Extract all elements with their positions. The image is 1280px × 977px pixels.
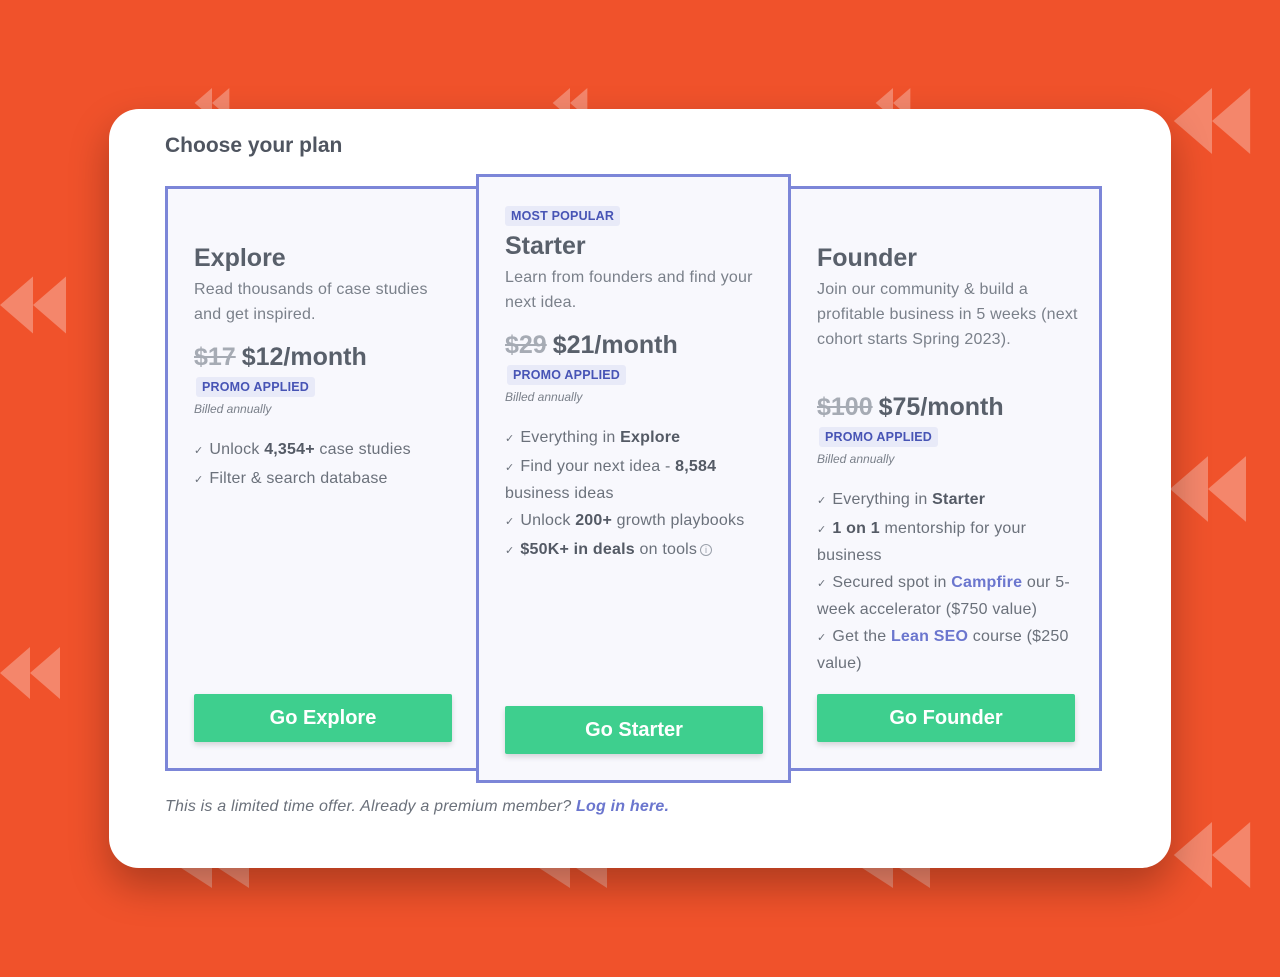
plan-description: Learn from founders and find your next i… (505, 269, 753, 311)
feature-item: ✓ Unlock 200+ growth playbooks (505, 512, 745, 529)
feature-item: ✓ Get the Lean SEO course ($250 value) (817, 628, 1069, 672)
check-icon: ✓ (817, 495, 827, 507)
check-icon: ✓ (505, 516, 515, 528)
plan-description: Join our community & build a profitable … (817, 281, 1078, 348)
plan-card-starter: MOST POPULAR Starter Learn from founders… (476, 174, 791, 783)
login-link[interactable]: Log in here. (576, 798, 669, 815)
promo-badge: PROMO APPLIED (819, 427, 939, 447)
price-row: $17 $12/month (194, 343, 367, 372)
price-row: $29 $21/month (505, 331, 678, 360)
feature-item: ✓ $50K+ in deals on tools i (505, 537, 767, 564)
feature-item: ✓ Secured spot in Campfire our 5-week acc… (817, 574, 1070, 618)
current-price: $12/month (241, 343, 367, 371)
campfire-link[interactable]: Campfire (951, 574, 1022, 591)
current-price: $75/month (878, 393, 1004, 421)
lean-seo-link[interactable]: Lean SEO (891, 628, 968, 645)
check-icon: ✓ (817, 578, 827, 590)
most-popular-badge: MOST POPULAR (505, 206, 621, 226)
plan-name: Starter (505, 232, 586, 260)
feature-list: ✓ Unlock 4,354+ case studies ✓ Filter & se… (194, 437, 456, 495)
feature-item: ✓ Filter & search database (194, 470, 388, 487)
pricing-modal: Choose your plan Explore Read thousands … (109, 109, 1171, 868)
promo-badge: PROMO APPLIED (507, 365, 627, 385)
footer-note: This is a limited time offer. Already a … (165, 798, 670, 815)
rewind-icon (1170, 88, 1254, 154)
rewind-icon (0, 640, 60, 706)
check-icon: ✓ (505, 433, 515, 445)
check-icon: ✓ (817, 524, 827, 536)
rewind-icon (1170, 456, 1246, 522)
feature-item: ✓ 1 on 1 mentorship for your business (817, 520, 1027, 564)
feature-list: ✓ Everything in Starter ✓ 1 on 1 mentorshi… (817, 487, 1079, 678)
feature-list: ✓ Everything in Explore ✓ Find your next i… (505, 425, 767, 566)
promo-badge: PROMO APPLIED (196, 377, 316, 397)
billing-note: Billed annually (505, 390, 583, 404)
modal-title: Choose your plan (165, 134, 343, 157)
go-founder-button[interactable]: Go Founder (817, 694, 1075, 742)
price-row: $100 $75/month (817, 393, 1004, 422)
plan-name: Explore (194, 244, 286, 272)
billing-note: Billed annually (817, 452, 895, 466)
info-icon[interactable]: i (700, 544, 713, 556)
check-icon: ✓ (194, 474, 204, 486)
check-icon: ✓ (817, 632, 827, 644)
feature-item: ✓ Find your next idea - 8,584 business id… (505, 458, 717, 502)
feature-item: ✓ Unlock 4,354+ case studies (194, 441, 411, 458)
rewind-icon (0, 272, 66, 338)
go-explore-button[interactable]: Go Explore (194, 694, 452, 742)
plan-name: Founder (817, 244, 917, 272)
feature-item: ✓ Everything in Explore (505, 429, 681, 446)
rewind-icon (1170, 822, 1254, 888)
billing-note: Billed annually (194, 402, 272, 416)
check-icon: ✓ (505, 462, 515, 474)
feature-item: ✓ Everything in Starter (817, 491, 986, 508)
plan-description: Read thousands of case studies and get i… (194, 281, 428, 323)
plan-card-explore: Explore Read thousands of case studies a… (165, 186, 479, 771)
old-price: $100 (817, 393, 873, 421)
current-price: $21/month (552, 331, 678, 359)
go-starter-button[interactable]: Go Starter (505, 706, 763, 754)
old-price: $29 (505, 331, 547, 359)
plan-card-founder: Founder Join our community & build a pro… (788, 186, 1102, 771)
check-icon: ✓ (505, 545, 515, 557)
old-price: $17 (194, 343, 236, 371)
check-icon: ✓ (194, 445, 204, 457)
